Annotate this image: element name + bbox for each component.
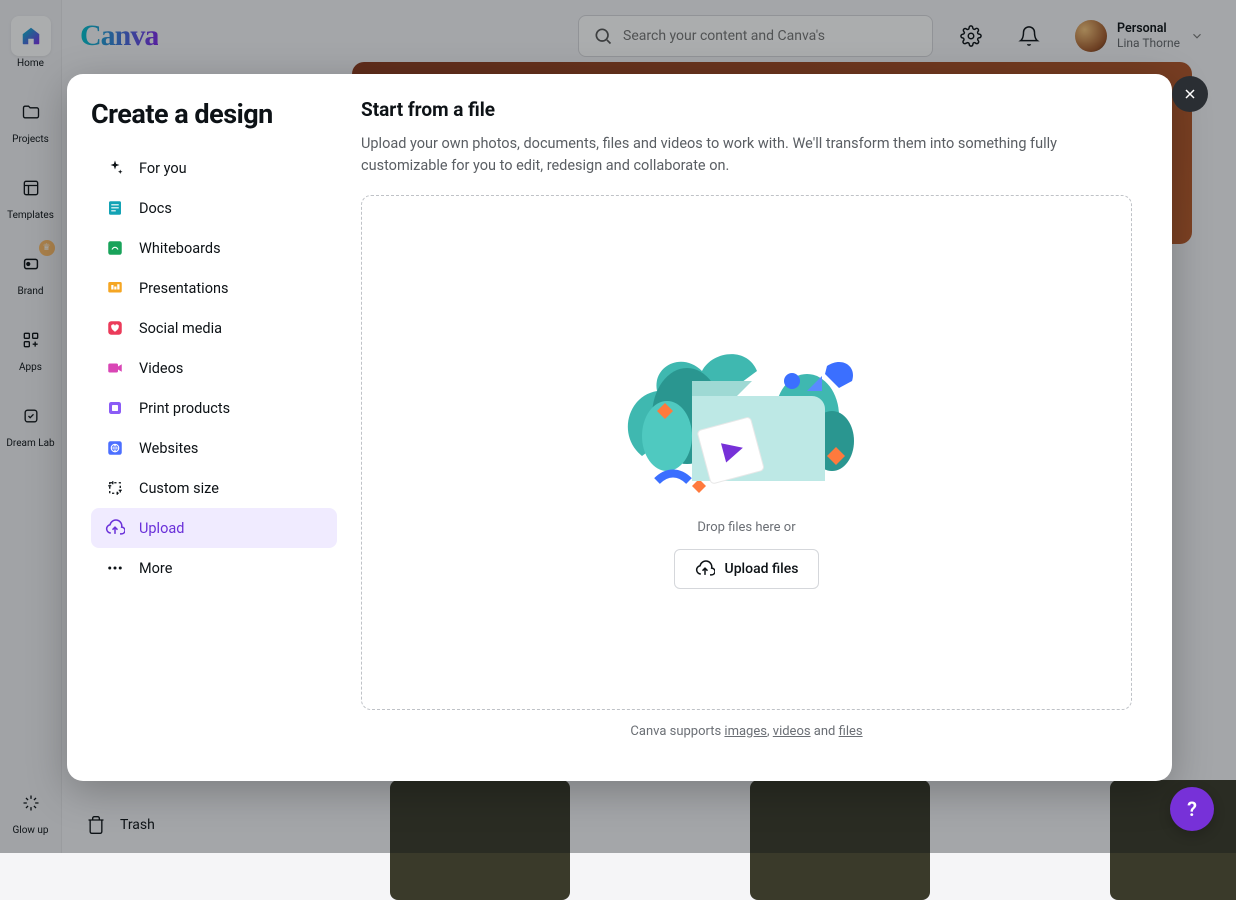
- create-design-modal: Create a design For you Docs Whiteboards…: [67, 74, 1172, 781]
- main-title: Start from a file: [361, 98, 1132, 121]
- link-images[interactable]: images: [724, 724, 767, 739]
- cat-presentations[interactable]: Presentations: [91, 268, 337, 308]
- upload-dropzone[interactable]: Drop files here or Upload files: [361, 195, 1132, 710]
- main-description: Upload your own photos, documents, files…: [361, 133, 1101, 177]
- cat-label: Print products: [139, 400, 230, 417]
- dropzone-text: Drop files here or: [697, 520, 795, 535]
- cat-upload[interactable]: Upload: [91, 508, 337, 548]
- modal-sidebar: Create a design For you Docs Whiteboards…: [67, 74, 361, 781]
- cat-label: Whiteboards: [139, 240, 221, 257]
- cat-label: Social media: [139, 320, 222, 337]
- presentation-icon: [105, 278, 125, 298]
- doc-icon: [105, 198, 125, 218]
- cat-videos[interactable]: Videos: [91, 348, 337, 388]
- link-files[interactable]: files: [839, 724, 863, 739]
- link-videos[interactable]: videos: [773, 724, 811, 739]
- cat-label: For you: [139, 160, 187, 177]
- close-button[interactable]: [1172, 76, 1208, 112]
- cat-whiteboards[interactable]: Whiteboards: [91, 228, 337, 268]
- cat-social[interactable]: Social media: [91, 308, 337, 348]
- modal-main: Start from a file Upload your own photos…: [361, 74, 1172, 781]
- cat-custom-size[interactable]: Custom size: [91, 468, 337, 508]
- help-button[interactable]: ?: [1170, 787, 1214, 831]
- video-icon: [105, 358, 125, 378]
- upload-icon: [105, 518, 125, 538]
- close-icon: [1182, 86, 1198, 102]
- modal-title: Create a design: [91, 98, 361, 130]
- cloud-upload-icon: [695, 559, 715, 579]
- upload-btn-label: Upload files: [725, 561, 799, 577]
- cat-label: Videos: [139, 360, 183, 377]
- cat-websites[interactable]: Websites: [91, 428, 337, 468]
- cat-label: Presentations: [139, 280, 228, 297]
- cat-label: Custom size: [139, 480, 219, 497]
- upload-illustration: [597, 316, 897, 506]
- print-icon: [105, 398, 125, 418]
- cat-label: Websites: [139, 440, 198, 457]
- cat-docs[interactable]: Docs: [91, 188, 337, 228]
- category-list: For you Docs Whiteboards Presentations S…: [91, 148, 361, 588]
- custom-size-icon: [105, 478, 125, 498]
- cat-print[interactable]: Print products: [91, 388, 337, 428]
- cat-more[interactable]: More: [91, 548, 337, 588]
- whiteboard-icon: [105, 238, 125, 258]
- sparkle-icon: [105, 158, 125, 178]
- help-label: ?: [1187, 797, 1197, 821]
- cat-label: More: [139, 560, 172, 577]
- more-icon: [105, 558, 125, 578]
- cat-label: Docs: [139, 200, 172, 217]
- heart-icon: [105, 318, 125, 338]
- supported-formats: Canva supports images, videos and files: [361, 710, 1132, 755]
- cat-label: Upload: [139, 520, 184, 537]
- cat-for-you[interactable]: For you: [91, 148, 337, 188]
- upload-files-button[interactable]: Upload files: [674, 549, 820, 589]
- globe-icon: [105, 438, 125, 458]
